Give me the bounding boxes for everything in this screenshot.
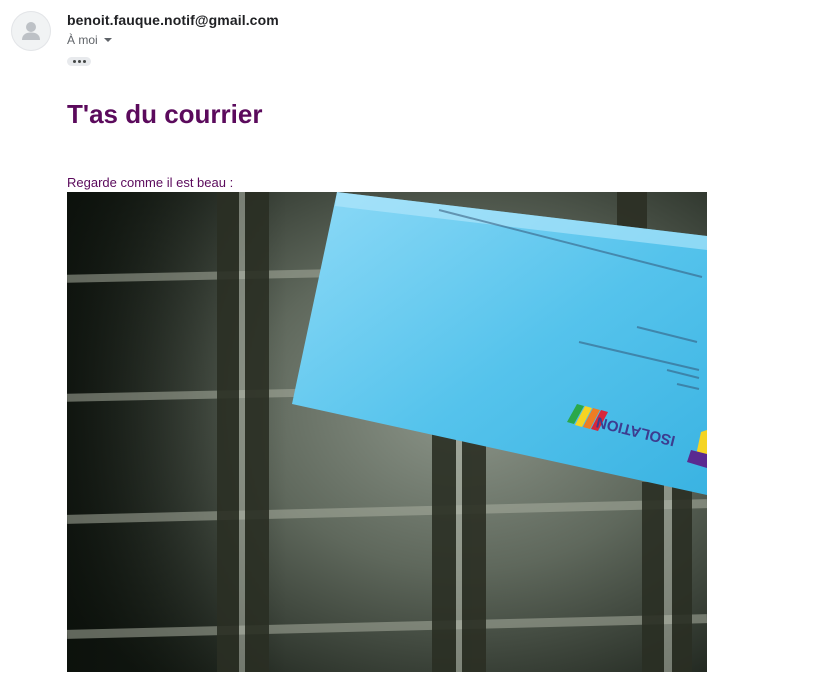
email-title: T'as du courrier xyxy=(67,99,263,129)
person-icon xyxy=(22,22,40,40)
caret-down-icon xyxy=(103,38,112,42)
recipient-label: À moi xyxy=(67,33,98,47)
sender-address: benoit.fauque.notif@gmail.com xyxy=(67,12,279,28)
recipient-dropdown[interactable]: À moi xyxy=(67,33,112,47)
sender-avatar[interactable] xyxy=(11,11,51,51)
mailbox-photo[interactable]: ISOLATION xyxy=(67,192,707,672)
email-view: benoit.fauque.notif@gmail.com À moi T'as… xyxy=(0,0,837,683)
ellipsis-icon[interactable] xyxy=(67,57,91,66)
email-intro-text: Regarde comme il est beau : xyxy=(67,175,234,190)
